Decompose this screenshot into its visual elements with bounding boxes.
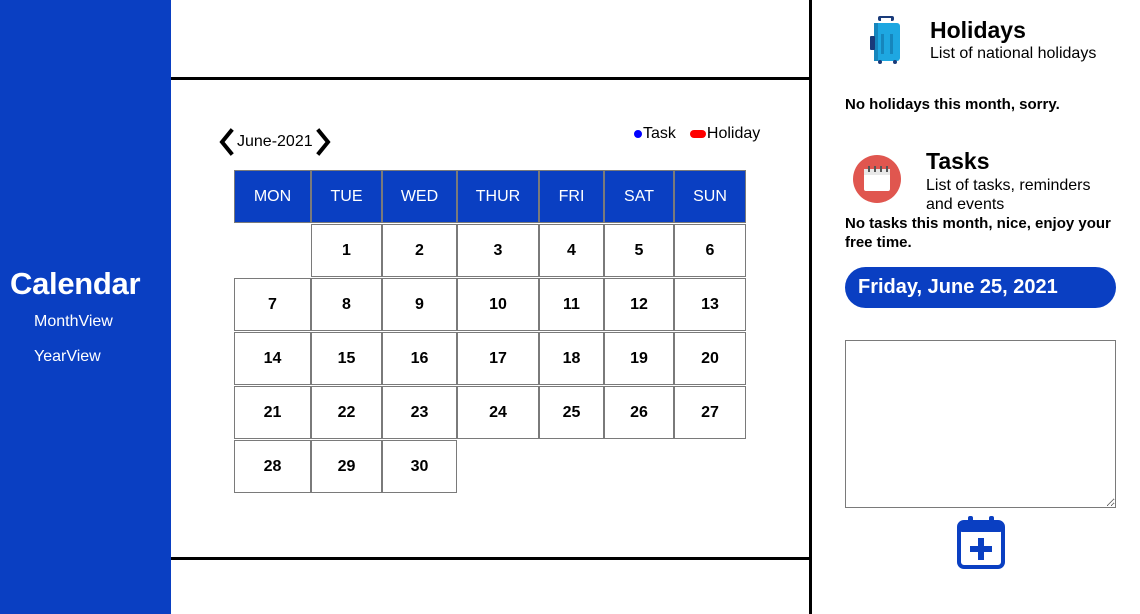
month-label: June-2021 <box>237 133 313 150</box>
weekday-header: WED <box>382 170 457 223</box>
calendar-day-cell[interactable]: 9 <box>382 278 457 331</box>
weekday-header: TUE <box>311 170 382 223</box>
calendar-day-cell[interactable]: 24 <box>457 386 539 439</box>
month-navigator: June-2021 <box>218 128 332 156</box>
holidays-title: Holidays <box>930 17 1026 43</box>
calendar-day-cell[interactable]: 16 <box>382 332 457 385</box>
holidays-empty-message: No holidays this month, sorry. <box>845 96 1060 113</box>
calendar-day-cell[interactable]: 3 <box>457 224 539 277</box>
calendar-day-cell[interactable]: 22 <box>311 386 382 439</box>
calendar-day-cell[interactable]: 21 <box>234 386 311 439</box>
tasks-subtitle: List of tasks, reminders and events <box>926 177 1091 213</box>
header-divider <box>171 77 811 80</box>
calendar-day-cell[interactable]: 26 <box>604 386 674 439</box>
holiday-dot-icon <box>689 130 706 138</box>
sidebar: Calendar MonthView YearView <box>0 0 171 614</box>
legend: Task Holiday <box>634 125 760 143</box>
panel-divider <box>809 0 812 614</box>
legend-task-label: Task <box>643 125 676 142</box>
calendar-day-cell[interactable]: 23 <box>382 386 457 439</box>
footer-divider <box>171 557 811 560</box>
calendar-day-cell[interactable]: 19 <box>604 332 674 385</box>
calendar-day-cell[interactable]: 28 <box>234 440 311 493</box>
task-input[interactable] <box>845 340 1116 508</box>
calendar-day-cell[interactable]: 18 <box>539 332 604 385</box>
weekday-header: SAT <box>604 170 674 223</box>
selected-date-badge: Friday, June 25, 2021 <box>845 267 1116 308</box>
calendar-day-cell[interactable]: 2 <box>382 224 457 277</box>
chevron-left-icon[interactable] <box>218 128 236 156</box>
weekday-header: SUN <box>674 170 746 223</box>
calendar-day-cell[interactable]: 8 <box>311 278 382 331</box>
calendar-day-cell[interactable]: 4 <box>539 224 604 277</box>
calendar-day-cell[interactable]: 17 <box>457 332 539 385</box>
calendar-day-cell[interactable]: 27 <box>674 386 746 439</box>
calendar-icon <box>853 155 901 203</box>
calendar-day-cell[interactable]: 7 <box>234 278 311 331</box>
app-title: Calendar <box>10 266 141 301</box>
weekday-header: FRI <box>539 170 604 223</box>
calendar-day-cell[interactable]: 14 <box>234 332 311 385</box>
calendar-day-cell[interactable]: 11 <box>539 278 604 331</box>
calendar-day-cell[interactable]: 20 <box>674 332 746 385</box>
calendar-day-cell[interactable]: 13 <box>674 278 746 331</box>
calendar-day-cell[interactable]: 12 <box>604 278 674 331</box>
tasks-title: Tasks <box>926 148 990 174</box>
chevron-right-icon[interactable] <box>314 128 332 156</box>
calendar-day-cell[interactable]: 15 <box>311 332 382 385</box>
calendar-day-cell[interactable]: 1 <box>311 224 382 277</box>
calendar-day-cell[interactable]: 6 <box>674 224 746 277</box>
task-dot-icon <box>634 130 642 138</box>
nav-month-view[interactable]: MonthView <box>34 313 113 331</box>
calendar-day-cell[interactable]: 30 <box>382 440 457 493</box>
suitcase-icon <box>870 16 900 64</box>
weekday-header: THUR <box>457 170 539 223</box>
weekday-header: MON <box>234 170 311 223</box>
calendar-day-cell[interactable]: 25 <box>539 386 604 439</box>
nav-year-view[interactable]: YearView <box>34 348 101 366</box>
tasks-empty-message: No tasks this month, nice, enjoy your fr… <box>845 215 1111 251</box>
calendar-day-cell[interactable]: 29 <box>311 440 382 493</box>
calendar-plus-icon[interactable] <box>957 515 1005 569</box>
legend-holiday-label: Holiday <box>706 125 761 142</box>
calendar-day-cell[interactable]: 5 <box>604 224 674 277</box>
calendar-day-cell[interactable]: 10 <box>457 278 539 331</box>
holidays-subtitle: List of national holidays <box>930 45 1097 62</box>
